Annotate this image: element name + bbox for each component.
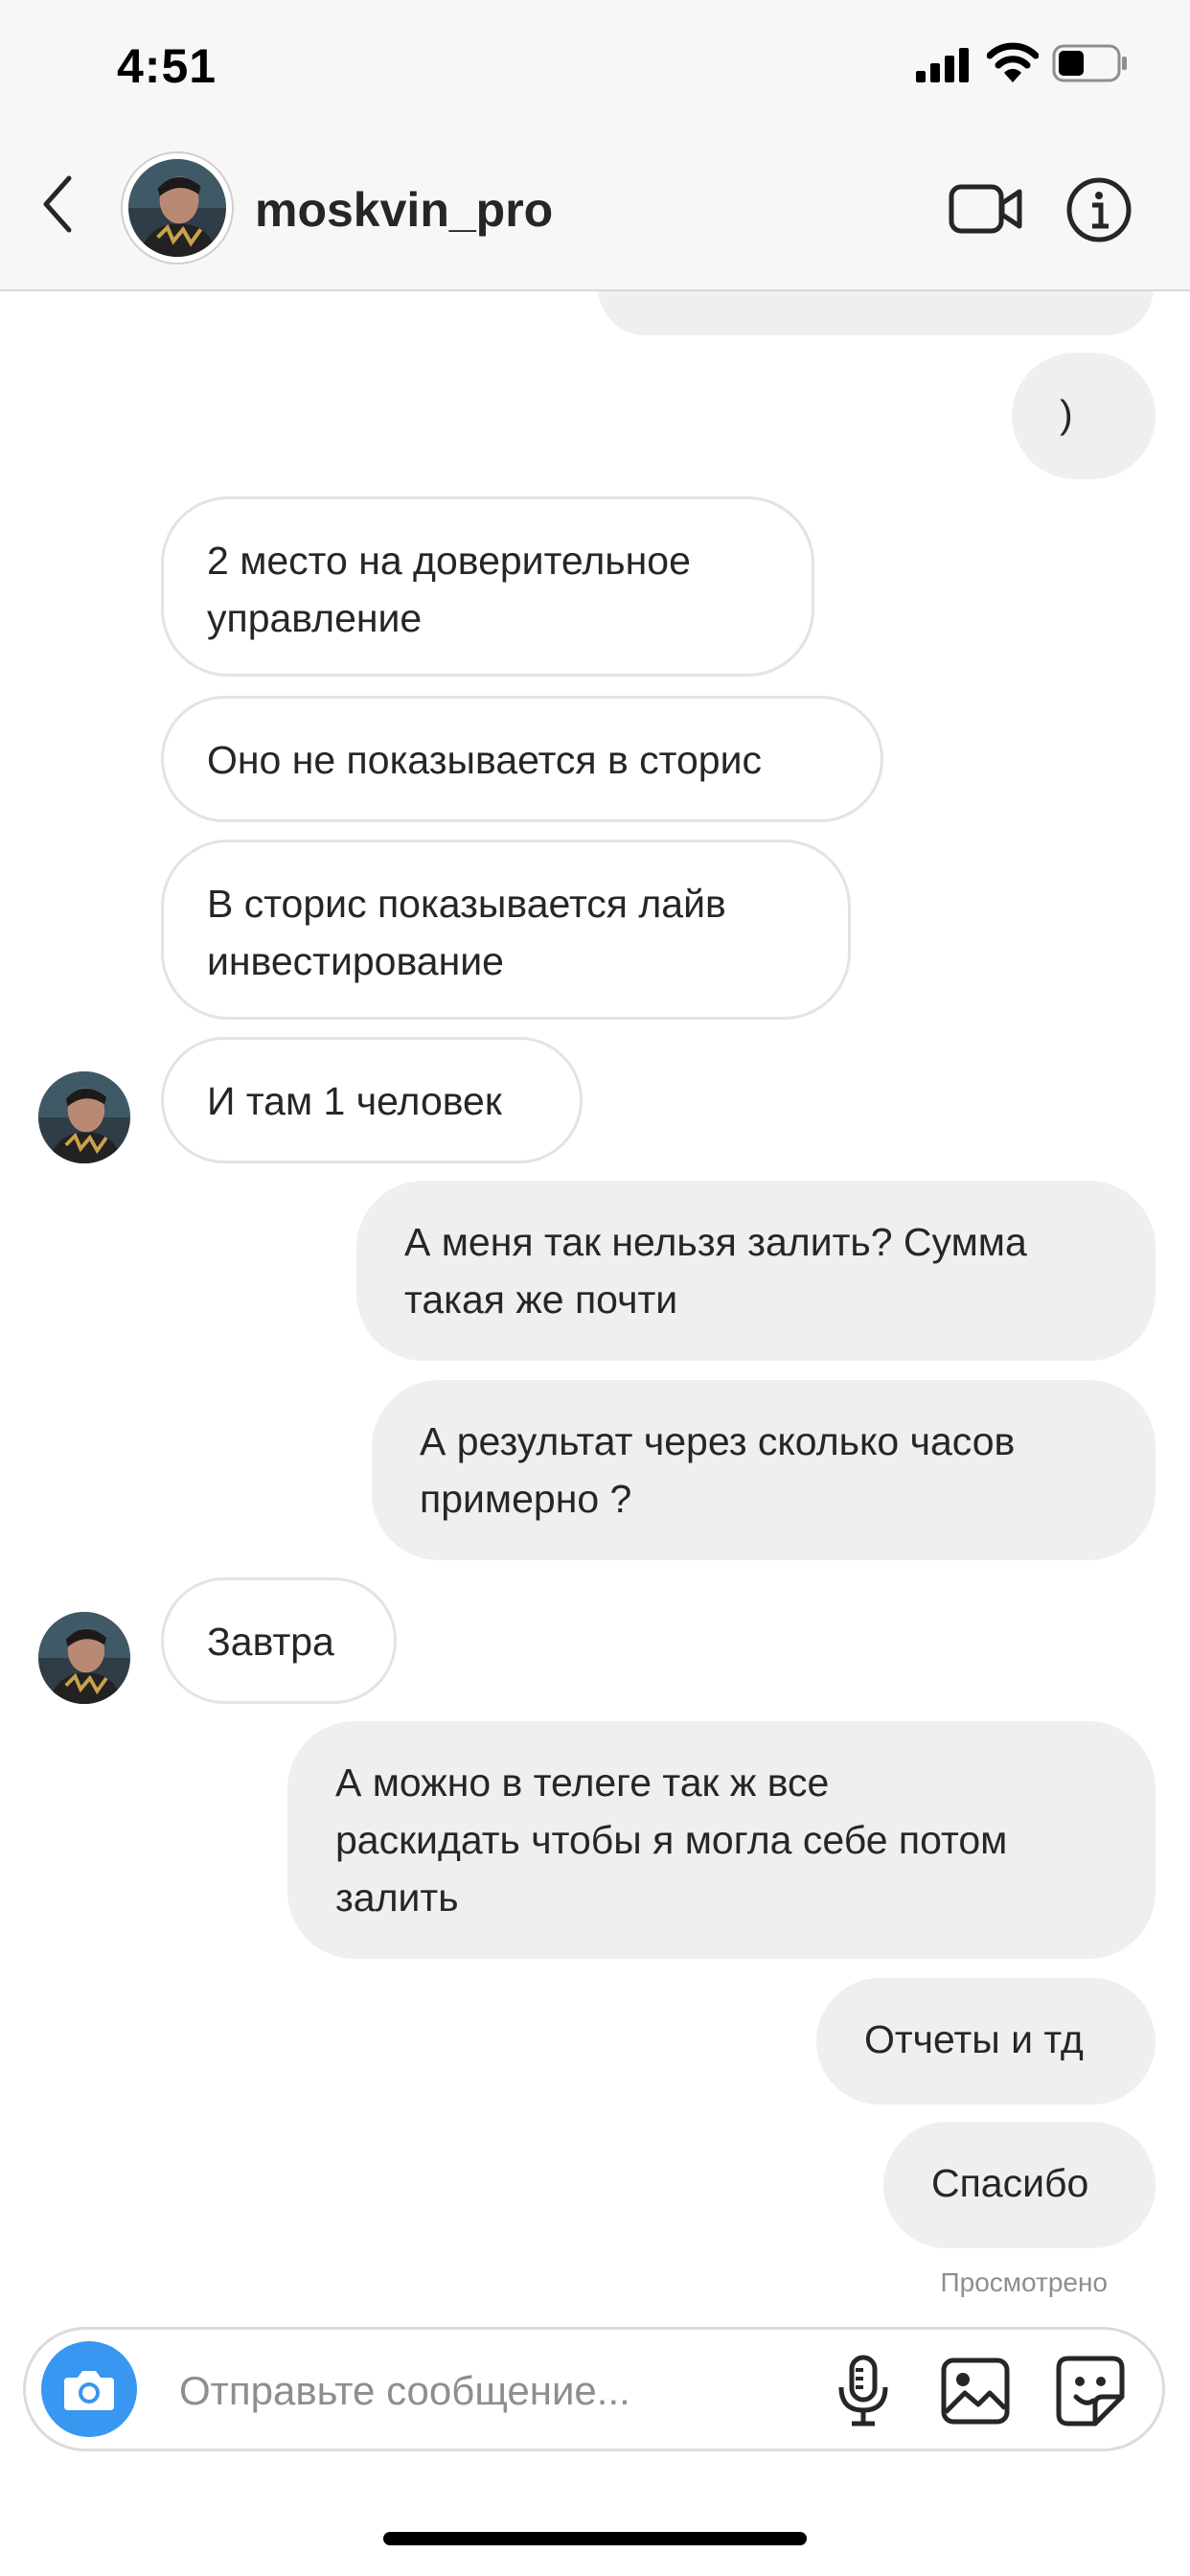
sender-avatar[interactable] bbox=[38, 1071, 130, 1163]
chevron-left-icon bbox=[43, 175, 72, 233]
incoming-message[interactable]: 2 место на доверительное управление bbox=[161, 496, 814, 677]
outgoing-message[interactable]: А меня так нельзя залить? Сумма такая же… bbox=[356, 1181, 1156, 1361]
incoming-message[interactable]: В сторис показывается лайв инвестировани… bbox=[161, 840, 851, 1020]
avatar[interactable] bbox=[121, 151, 234, 264]
incoming-message[interactable]: Оно не показывается в сторис bbox=[161, 696, 883, 822]
incoming-message[interactable]: И там 1 человек bbox=[161, 1037, 583, 1163]
gallery-icon[interactable] bbox=[940, 2357, 1011, 2426]
outgoing-message[interactable]: А можно в телеге так ж все раскидать что… bbox=[287, 1721, 1156, 1959]
message-composer bbox=[23, 2327, 1165, 2451]
microphone-icon[interactable] bbox=[836, 2355, 890, 2427]
outgoing-message[interactable]: Спасибо bbox=[883, 2122, 1156, 2248]
incoming-message[interactable]: Завтра bbox=[161, 1577, 397, 1704]
cellular-signal-icon bbox=[916, 48, 969, 82]
sender-avatar[interactable] bbox=[38, 1612, 130, 1704]
outgoing-message[interactable]: А результат через сколько часов примерно… bbox=[372, 1380, 1156, 1560]
chat-header: 4:51 moskvin_pro bbox=[0, 0, 1190, 291]
wifi-icon bbox=[987, 42, 1039, 82]
outgoing-message[interactable]: ) bbox=[1012, 353, 1156, 479]
back-button[interactable] bbox=[38, 171, 86, 247]
message-input[interactable] bbox=[177, 2358, 679, 2424]
sticker-icon[interactable] bbox=[1055, 2355, 1126, 2427]
battery-icon bbox=[1052, 44, 1127, 82]
profile-photo bbox=[128, 159, 226, 257]
info-icon[interactable] bbox=[1065, 176, 1133, 243]
video-camera-icon[interactable] bbox=[949, 182, 1023, 236]
home-indicator[interactable] bbox=[383, 2532, 807, 2545]
camera-button[interactable] bbox=[41, 2341, 137, 2437]
chat-username[interactable]: moskvin_pro bbox=[255, 182, 553, 238]
camera-icon bbox=[64, 2371, 114, 2410]
status-time: 4:51 bbox=[117, 39, 217, 93]
outgoing-message[interactable]: Отчеты и тд bbox=[816, 1978, 1156, 2104]
seen-status: Просмотрено bbox=[940, 2267, 1108, 2297]
